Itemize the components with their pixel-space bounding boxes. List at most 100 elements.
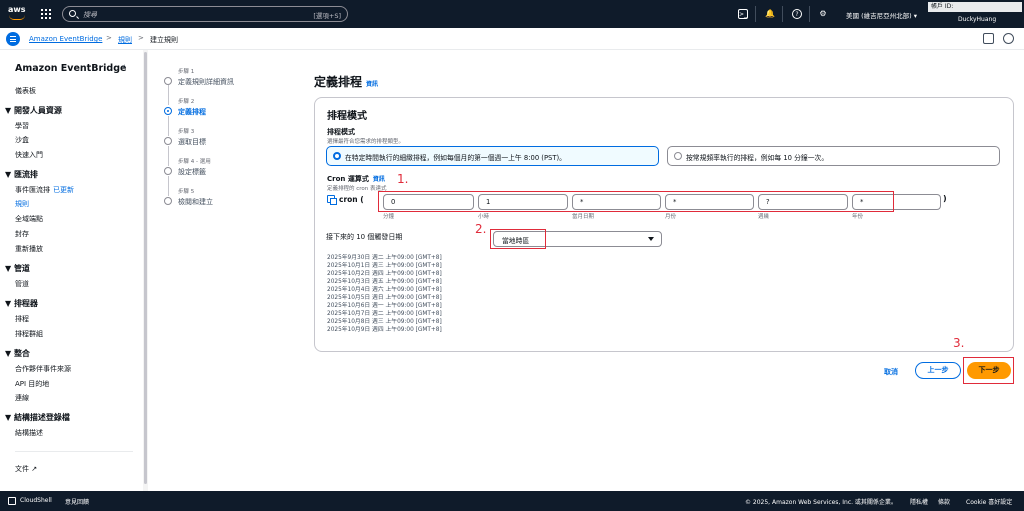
collapse-icon[interactable]: ‹ [122, 62, 126, 72]
step-1-label: 步驟 1 [178, 69, 195, 75]
sidebar-item-api-destinations[interactable]: API 目的地 [15, 379, 49, 389]
page-title: 定義排程 資訊 [314, 73, 378, 90]
cron-caption-day-of-month: 當月日期 [572, 214, 595, 220]
search-placeholder: 搜尋 [83, 11, 97, 19]
next-dates-label: 接下來的 10 個觸發日期 [326, 233, 403, 241]
sidebar-section-schema[interactable]: ▼ 結構描述登錄檔 [5, 412, 70, 423]
step-1-link[interactable]: 定義規則詳細資訊 [178, 77, 234, 87]
cron-caption-day-of-week: 週幾 [758, 214, 770, 220]
cloudshell-icon[interactable] [8, 497, 16, 505]
bell-icon[interactable]: 🔔 [765, 9, 775, 19]
sidebar-item-schemas[interactable]: 結構描述 [15, 428, 43, 438]
sidebar-section-scheduler[interactable]: ▼ 排程器 [5, 298, 38, 309]
sidebar: Amazon EventBridge ‹ 儀表板 ▼ 開發人員資源 學習 沙盒 … [0, 50, 148, 491]
scrollbar-thumb[interactable] [144, 52, 147, 484]
top-navigation: aws 搜尋 [選項+S] >_ 🔔 ? ⚙ 美國 (維吉尼亞州北部) ▾ 帳戶… [0, 0, 1024, 28]
nav-divider [809, 6, 810, 22]
cloudshell-link[interactable]: CloudShell [20, 497, 52, 504]
step-2-indicator [164, 107, 172, 115]
account-id: 帳戶 ID: [928, 2, 1022, 12]
sidebar-title: Amazon EventBridge [15, 63, 127, 74]
radio-selected[interactable] [333, 152, 341, 160]
caret-down-icon [648, 237, 654, 241]
step-connector [167, 116, 169, 136]
sidebar-item-rules[interactable]: 規則 [15, 199, 29, 209]
pattern-description: 選擇最符合您需求的排程類型。 [327, 139, 405, 145]
sidebar-item-schedules[interactable]: 排程 [15, 314, 29, 324]
step-connector [167, 146, 169, 166]
updated-badge: 已更新 [53, 186, 74, 194]
sidebar-item-dashboard[interactable]: 儀表板 [15, 86, 36, 96]
sidebar-item-archive[interactable]: 封存 [15, 229, 29, 239]
sidebar-item-pipes[interactable]: 管道 [15, 279, 29, 289]
info-link[interactable]: 資訊 [373, 176, 385, 183]
terms-link[interactable]: 條款 [938, 497, 950, 506]
settings-icon[interactable] [1003, 33, 1014, 44]
cron-caption-month: 月份 [665, 214, 677, 220]
feedback-icon[interactable] [983, 33, 994, 44]
help-icon[interactable]: ? [792, 9, 802, 19]
step-connector [167, 85, 169, 105]
breadcrumb-rules[interactable]: 規則 [118, 35, 132, 45]
cron-suffix: ) [943, 194, 947, 203]
breadcrumb-service[interactable]: Amazon EventBridge [29, 35, 102, 43]
step-3-title: 選取目標 [178, 138, 206, 146]
sidebar-item-partner-sources[interactable]: 合作夥伴事件來源 [15, 364, 71, 374]
option-rate-schedule[interactable]: 按常規頻率執行的排程，例如每 10 分鐘一次。 [667, 146, 1000, 166]
cron-caption-hours: 小時 [478, 214, 490, 220]
sidebar-item-global-endpoints[interactable]: 全域端點 [15, 214, 43, 224]
sidebar-item-label: 事件匯流排 [15, 186, 50, 194]
cloudshell-icon[interactable]: >_ [738, 9, 748, 19]
cron-caption-year: 年份 [852, 214, 864, 220]
services-grid-icon[interactable] [41, 9, 51, 19]
step-3-indicator [164, 137, 172, 145]
trigger-date: 2025年10月9日 週四 上午09:00 [GMT+8] [327, 327, 442, 333]
aws-logo[interactable]: aws [8, 5, 30, 21]
previous-button[interactable]: 上一步 [915, 362, 961, 379]
step-2-title: 定義排程 [178, 108, 206, 116]
footer: CloudShell 意見回饋 © 2025, Amazon Web Servi… [0, 491, 1024, 511]
feedback-link[interactable]: 意見回饋 [65, 497, 89, 506]
step-2-label: 步驟 2 [178, 99, 195, 105]
pattern-label: 排程模式 [327, 128, 355, 136]
step-4-indicator [164, 167, 172, 175]
copyright: © 2025, Amazon Web Services, Inc. 或其關係企業… [745, 499, 897, 506]
next-button[interactable]: 下一步 [967, 362, 1011, 379]
annotation-2: 2. [475, 222, 487, 236]
sidebar-item-schedule-groups[interactable]: 排程群組 [15, 329, 43, 339]
sidebar-section-dev[interactable]: ▼ 開發人員資源 [5, 105, 62, 116]
aws-logo-text: aws [8, 5, 26, 14]
region-selector[interactable]: 美國 (維吉尼亞州北部) ▾ [846, 10, 917, 20]
step-5-indicator [164, 197, 172, 205]
option-label: 按常規頻率執行的排程，例如每 10 分鐘一次。 [686, 154, 829, 162]
cancel-button[interactable]: 取消 [884, 367, 898, 377]
gear-icon[interactable]: ⚙ [818, 9, 828, 19]
step-5-title: 檢閱和建立 [178, 198, 213, 206]
sidebar-item-sandbox[interactable]: 沙盒 [15, 135, 29, 145]
sidebar-section-pipes[interactable]: ▼ 管道 [5, 263, 30, 274]
sidebar-item-docs[interactable]: 文件 ↗ [15, 464, 37, 474]
breadcrumb-current: 建立規則 [150, 36, 178, 44]
option-fine-grained-schedule[interactable]: 在特定時間執行的細緻排程，例如每個月的第一個週一上午 8:00 (PST)。 [326, 146, 659, 166]
radio-unselected[interactable] [674, 152, 682, 160]
search-input[interactable]: 搜尋 [選項+S] [62, 6, 348, 22]
sidebar-item-connections[interactable]: 連線 [15, 393, 29, 403]
sidebar-item-quickstart[interactable]: 快速入門 [15, 150, 43, 160]
annotation-1: 1. [397, 172, 409, 186]
chevron-right-icon: > [138, 34, 144, 42]
sidebar-section-integration[interactable]: ▼ 整合 [5, 348, 30, 359]
sidebar-item-event-bus[interactable]: 事件匯流排 已更新 [15, 185, 74, 195]
sidebar-item-learn[interactable]: 學習 [15, 121, 29, 131]
sidebar-item-replay[interactable]: 重新播放 [15, 244, 43, 254]
account-menu[interactable]: DuckyHuang [958, 16, 996, 23]
menu-icon[interactable] [6, 32, 20, 46]
annotation-box-2 [490, 229, 546, 249]
cron-caption-minutes: 分鐘 [383, 214, 395, 220]
cookie-link[interactable]: Cookie 喜好設定 [966, 497, 1012, 506]
sidebar-divider [15, 451, 133, 452]
sidebar-section-buses[interactable]: ▼ 匯流排 [5, 169, 38, 180]
info-link[interactable]: 資訊 [366, 81, 378, 88]
page-title-text: 定義排程 [314, 75, 363, 89]
privacy-link[interactable]: 隱私權 [910, 497, 928, 506]
copy-icon[interactable] [327, 195, 337, 205]
